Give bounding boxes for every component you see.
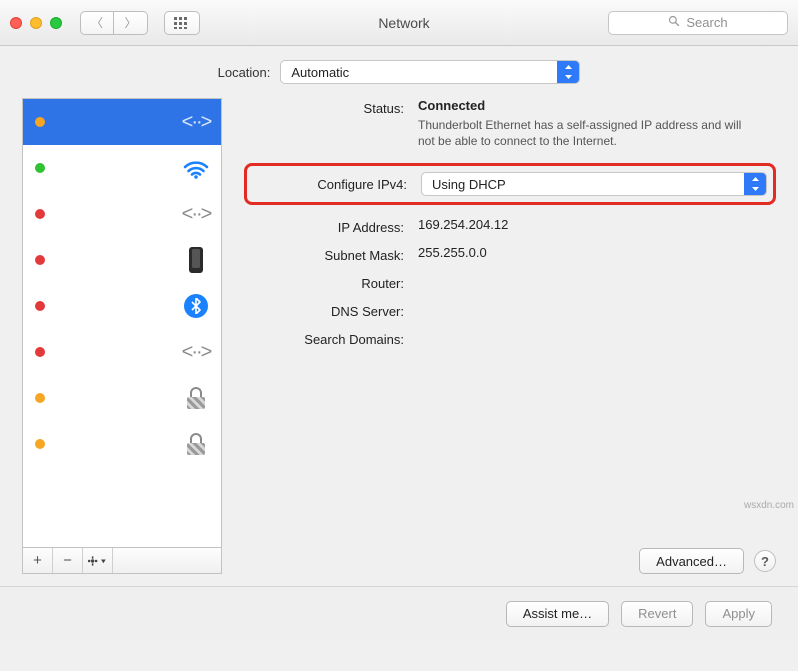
ethernet-icon: <··>: [182, 341, 211, 364]
interface-name: —: [57, 299, 181, 314]
search-domains-label: Search Domains:: [244, 329, 404, 347]
interface-name: —: [57, 391, 181, 406]
search-field[interactable]: Search: [608, 11, 788, 35]
apply-button[interactable]: Apply: [705, 601, 772, 627]
interface-item[interactable]: —<··>: [23, 99, 221, 145]
configure-ipv4-highlight: Configure IPv4: Using DHCP: [244, 163, 776, 205]
dns-server-label: DNS Server:: [244, 301, 404, 319]
help-button[interactable]: ?: [754, 550, 776, 572]
bluetooth-icon: [184, 294, 208, 318]
lock-icon: [185, 387, 207, 409]
interface-name: —: [57, 115, 181, 130]
status-value: Connected: [418, 98, 776, 113]
status-dot: [35, 393, 45, 403]
interface-name: —: [57, 253, 181, 268]
window-controls: [10, 17, 62, 29]
add-interface-button[interactable]: +: [23, 548, 53, 573]
status-dot: [35, 209, 45, 219]
status-dot: [35, 347, 45, 357]
interface-item[interactable]: —<··>: [23, 191, 221, 237]
ethernet-icon: <··>: [182, 111, 211, 134]
assist-me-button[interactable]: Assist me…: [506, 601, 609, 627]
configure-ipv4-label: Configure IPv4:: [253, 177, 407, 192]
router-row: Router:: [244, 273, 776, 291]
back-button[interactable]: 〈: [80, 11, 114, 35]
close-window-button[interactable]: [10, 17, 22, 29]
search-placeholder: Search: [686, 15, 727, 30]
interface-item[interactable]: —: [23, 375, 221, 421]
lock-icon: [185, 433, 207, 455]
chevron-updown-icon: [557, 61, 579, 83]
location-label: Location:: [218, 65, 271, 80]
nav-buttons: 〈 〉: [80, 11, 148, 35]
status-dot: [35, 255, 45, 265]
phone-icon: [189, 247, 203, 273]
status-dot: [35, 117, 45, 127]
show-all-button[interactable]: [164, 11, 200, 35]
search-domains-row: Search Domains:: [244, 329, 776, 347]
ip-address-row: IP Address: 169.254.204.12: [244, 217, 776, 235]
interface-item[interactable]: —: [23, 145, 221, 191]
interface-item[interactable]: —: [23, 237, 221, 283]
location-value: Automatic: [281, 65, 557, 80]
subnet-mask-label: Subnet Mask:: [244, 245, 404, 263]
wifi-icon: [182, 159, 210, 177]
interface-name: —: [57, 161, 181, 176]
titlebar: 〈 〉 Network Search: [0, 0, 798, 46]
configure-ipv4-value: Using DHCP: [422, 177, 744, 192]
interface-actions-menu[interactable]: [83, 548, 113, 573]
status-description: Thunderbolt Ethernet has a self-assigned…: [418, 117, 748, 149]
status-dot: [35, 301, 45, 311]
ip-address-label: IP Address:: [244, 217, 404, 235]
interface-name: —: [57, 207, 181, 222]
watermark: wsxdn.com: [744, 500, 794, 511]
interface-item[interactable]: —: [23, 283, 221, 329]
interface-details: Status: Connected Thunderbolt Ethernet h…: [244, 98, 776, 574]
status-label: Status:: [244, 98, 404, 116]
forward-button[interactable]: 〉: [114, 11, 148, 35]
interface-item[interactable]: —<··>: [23, 329, 221, 375]
router-label: Router:: [244, 273, 404, 291]
ethernet-icon: <··>: [182, 203, 211, 226]
zoom-window-button[interactable]: [50, 17, 62, 29]
chevron-updown-icon: [744, 173, 766, 195]
location-row: Location: Automatic: [0, 46, 798, 98]
interface-name: —: [57, 437, 181, 452]
advanced-row: Advanced… ?: [639, 548, 776, 574]
ip-address-value: 169.254.204.12: [404, 217, 776, 232]
status-dot: [35, 163, 45, 173]
minimize-window-button[interactable]: [30, 17, 42, 29]
location-dropdown[interactable]: Automatic: [280, 60, 580, 84]
advanced-button[interactable]: Advanced…: [639, 548, 744, 574]
main-content: —<··>——<··>———<··>—— + − Status: Connect…: [0, 98, 798, 586]
subnet-mask-row: Subnet Mask: 255.255.0.0: [244, 245, 776, 263]
interface-name: —: [57, 345, 181, 360]
sidebar-actions: + −: [22, 548, 222, 574]
window-title: Network: [208, 15, 600, 31]
status-value-block: Connected Thunderbolt Ethernet has a sel…: [404, 98, 776, 149]
revert-button[interactable]: Revert: [621, 601, 693, 627]
sidebar-container: —<··>——<··>———<··>—— + −: [22, 98, 222, 574]
footer: Assist me… Revert Apply: [0, 586, 798, 640]
remove-interface-button[interactable]: −: [53, 548, 83, 573]
interface-item[interactable]: —: [23, 421, 221, 467]
subnet-mask-value: 255.255.0.0: [404, 245, 776, 260]
configure-ipv4-dropdown[interactable]: Using DHCP: [421, 172, 767, 196]
interface-list[interactable]: —<··>——<··>———<··>——: [22, 98, 222, 548]
dns-server-row: DNS Server:: [244, 301, 776, 319]
search-icon: [668, 15, 680, 30]
status-dot: [35, 439, 45, 449]
status-row: Status: Connected Thunderbolt Ethernet h…: [244, 98, 776, 149]
